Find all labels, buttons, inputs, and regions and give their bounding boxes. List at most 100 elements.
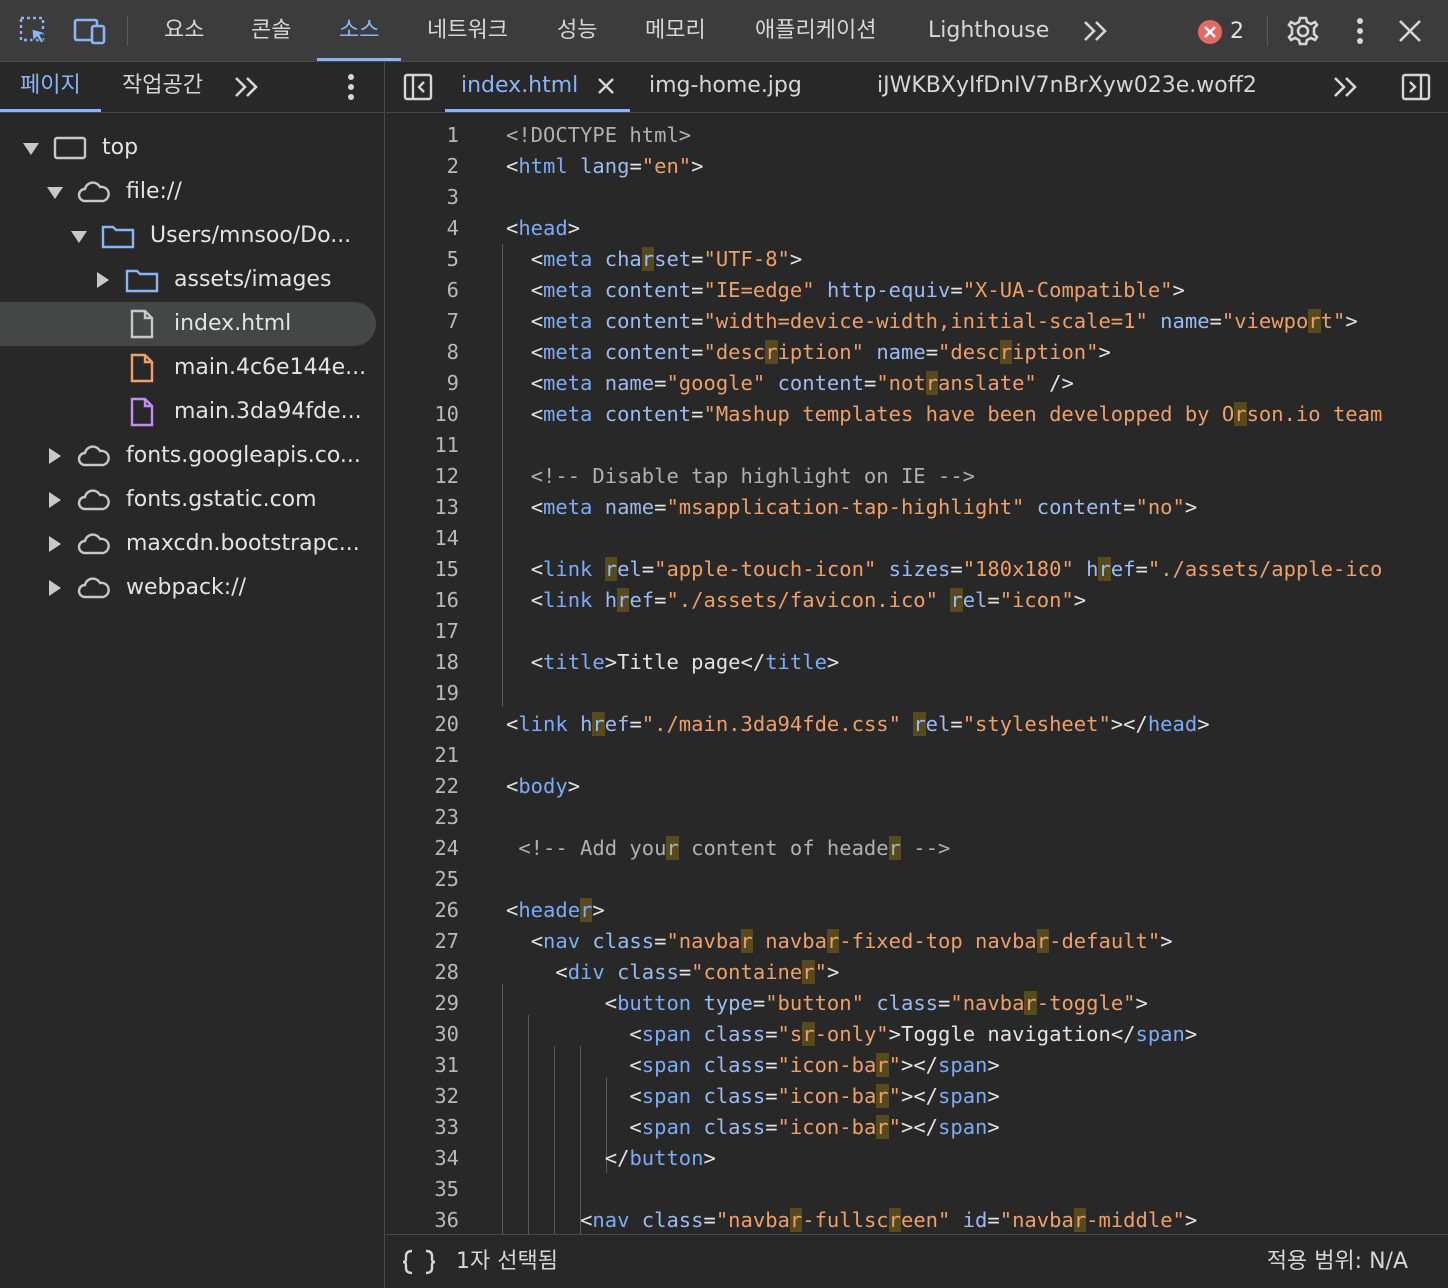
line-number[interactable]: 18 [386,647,459,678]
line-number[interactable]: 17 [386,616,459,647]
line-number[interactable]: 29 [386,988,459,1019]
line-number[interactable]: 9 [386,368,459,399]
toggle-navigator-icon[interactable] [403,72,433,106]
line-number[interactable]: 7 [386,306,459,337]
tab-performance[interactable]: 성능 [557,0,597,61]
tree-item-maxcdn[interactable]: maxcdn.bootstrapc... [0,522,385,566]
more-vertical-icon[interactable] [346,73,356,105]
device-toolbar-icon[interactable] [73,14,107,48]
tab-workspace[interactable]: 작업공간 [122,62,203,112]
tree-item-fonts-googleapis[interactable]: fonts.googleapis.co... [0,434,385,478]
code-line: 4 <head> [386,213,1448,244]
code-line: 7 <meta content="width=device-width,init… [386,306,1448,337]
tab-application[interactable]: 애플리케이션 [755,0,876,61]
line-number[interactable]: 15 [386,554,459,585]
chevron-double-right-icon[interactable] [233,75,261,103]
expand-arrow-icon[interactable] [23,143,39,155]
tree-item-index-html[interactable]: index.html [0,302,376,346]
line-number[interactable]: 2 [386,151,459,182]
line-content: <head> [506,216,581,240]
tree-item-main-js[interactable]: main.4c6e144e... [0,346,385,390]
inspect-element-icon[interactable] [17,14,51,48]
more-vertical-icon[interactable] [1343,14,1377,48]
line-number[interactable]: 6 [386,275,459,306]
line-number[interactable]: 21 [386,740,459,771]
tree-item-label: index.html [174,311,292,336]
line-number[interactable]: 24 [386,833,459,864]
code-line: 3 [386,182,1448,213]
line-content: <!-- Add your content of header --> [518,836,951,860]
line-number[interactable]: 10 [386,399,459,430]
line-content: <meta content="width=device-width,initia… [530,309,1358,333]
line-content: <html lang="en"> [506,154,704,178]
code-line: 14 [386,523,1448,554]
tree-item-main-css[interactable]: main.3da94fde... [0,390,385,434]
tab-index-html[interactable]: index.html [444,62,631,112]
line-number[interactable]: 19 [386,678,459,709]
line-number[interactable]: 34 [386,1143,459,1174]
close-icon[interactable] [1393,14,1427,48]
line-number[interactable]: 26 [386,895,459,926]
line-number[interactable]: 31 [386,1050,459,1081]
line-number[interactable]: 13 [386,492,459,523]
tab-network[interactable]: 네트워크 [427,0,508,61]
tree-item-webpack[interactable]: webpack:// [0,566,385,610]
line-number[interactable]: 25 [386,864,459,895]
tab-lighthouse[interactable]: Lighthouse [928,0,1049,61]
tab-memory[interactable]: 메모리 [645,0,706,61]
tab-img-home-jpg[interactable]: img-home.jpg [649,62,802,112]
tree-item-assets-images[interactable]: assets/images [0,258,385,302]
line-number[interactable]: 35 [386,1174,459,1205]
line-number[interactable]: 12 [386,461,459,492]
tab-console[interactable]: 콘솔 [251,0,291,61]
tree-item-label: webpack:// [126,575,247,600]
tab-elements[interactable]: 요소 [164,0,204,61]
code-view[interactable]: 1 <!DOCTYPE html> 2 <html lang="en"> 3 4 <head… [386,120,1448,1234]
gear-icon[interactable] [1286,14,1320,48]
line-number[interactable]: 1 [386,120,459,151]
line-number[interactable]: 4 [386,213,459,244]
line-number[interactable]: 3 [386,182,459,213]
error-counter[interactable]: 2 [1198,19,1244,44]
chevron-double-right-icon[interactable] [1332,75,1360,103]
collapse-arrow-icon[interactable] [49,580,61,596]
pretty-print-icon[interactable] [401,1248,437,1280]
tree-item-file[interactable]: file:// [0,170,385,214]
close-tab-icon[interactable] [597,77,615,99]
code-line: 6 <meta content="IE=edge" http-equiv="X-… [386,275,1448,306]
line-number[interactable]: 16 [386,585,459,616]
line-number[interactable]: 20 [386,709,459,740]
line-number[interactable]: 14 [386,523,459,554]
code-line: 22 <body> [386,771,1448,802]
tree-item-fonts-gstatic[interactable]: fonts.gstatic.com [0,478,385,522]
code-line: 9 <meta name="google" content="notransla… [386,368,1448,399]
expand-arrow-icon[interactable] [47,187,63,199]
line-number[interactable]: 28 [386,957,459,988]
line-number[interactable]: 27 [386,926,459,957]
line-number[interactable]: 30 [386,1019,459,1050]
expand-arrow-icon[interactable] [71,231,87,243]
line-content: <meta content="Mashup templates have bee… [530,402,1383,426]
error-count: 2 [1230,19,1244,44]
chevron-double-right-icon[interactable] [1079,14,1113,48]
code-line: 29 <button type="button" class="navbar-t… [386,988,1448,1019]
collapse-arrow-icon[interactable] [49,536,61,552]
collapse-arrow-icon[interactable] [49,492,61,508]
line-number[interactable]: 11 [386,430,459,461]
collapse-arrow-icon[interactable] [49,448,61,464]
tab-sources[interactable]: 소스 [316,0,403,61]
collapse-arrow-icon[interactable] [97,272,109,288]
toggle-debugger-icon[interactable] [1401,72,1431,106]
tab-woff2[interactable]: iJWKBXyIfDnIV7nBrXyw023e.woff2 [877,62,1257,112]
line-content: <div class="container"> [555,960,840,984]
tree-item-users-folder[interactable]: Users/mnsoo/Do... [0,214,385,258]
tab-page[interactable]: 페이지 [0,62,101,112]
line-number[interactable]: 5 [386,244,459,275]
tree-item-top[interactable]: top [0,126,385,170]
line-number[interactable]: 36 [386,1205,459,1234]
line-number[interactable]: 23 [386,802,459,833]
line-number[interactable]: 32 [386,1081,459,1112]
line-number[interactable]: 33 [386,1112,459,1143]
line-number[interactable]: 22 [386,771,459,802]
line-number[interactable]: 8 [386,337,459,368]
